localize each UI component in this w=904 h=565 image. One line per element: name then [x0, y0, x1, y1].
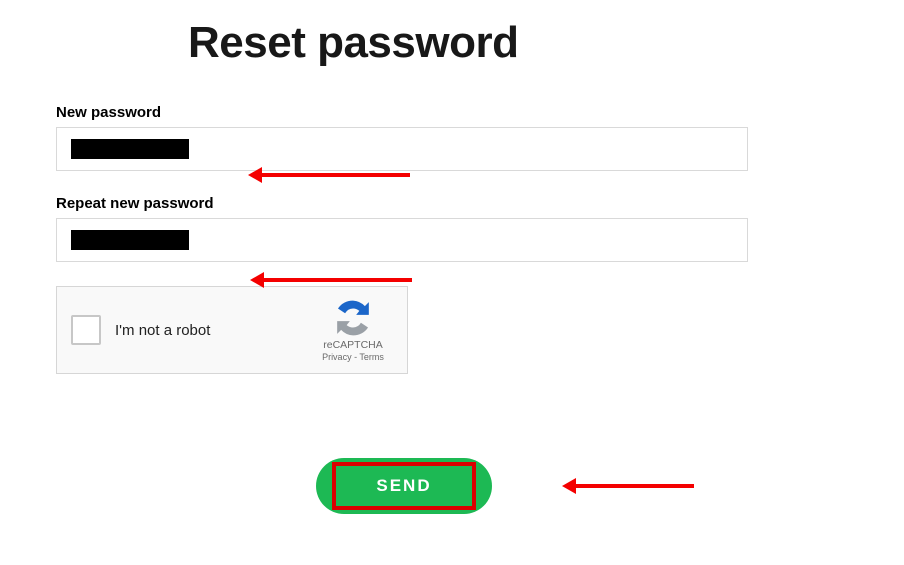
recaptcha-privacy-link[interactable]: Privacy	[322, 352, 352, 362]
repeat-password-group: Repeat new password	[56, 195, 848, 262]
send-button[interactable]: SEND	[316, 458, 492, 514]
annotation-arrow-send	[574, 484, 694, 488]
repeat-password-redacted	[71, 230, 189, 250]
new-password-redacted	[71, 139, 189, 159]
new-password-label: New password	[56, 104, 848, 121]
recaptcha-logo-icon	[334, 299, 372, 337]
repeat-password-label: Repeat new password	[56, 195, 848, 212]
recaptcha-terms-link[interactable]: Terms	[359, 352, 384, 362]
annotation-arrow-repeat-password	[262, 278, 412, 282]
recaptcha-badge-text: reCAPTCHA	[323, 339, 383, 351]
recaptcha-badge: reCAPTCHA Privacy - Terms	[313, 299, 393, 362]
new-password-input[interactable]	[56, 127, 748, 171]
send-button-label: SEND	[376, 476, 431, 496]
new-password-group: New password	[56, 104, 848, 171]
recaptcha-links: Privacy - Terms	[322, 352, 384, 362]
annotation-arrow-new-password	[260, 173, 410, 177]
recaptcha-checkbox[interactable]	[71, 315, 101, 345]
recaptcha-label: I'm not a robot	[115, 322, 313, 339]
repeat-password-input[interactable]	[56, 218, 748, 262]
page-title: Reset password	[188, 18, 848, 68]
recaptcha-widget: I'm not a robot reCAPTCHA Privacy - Term…	[56, 286, 408, 374]
